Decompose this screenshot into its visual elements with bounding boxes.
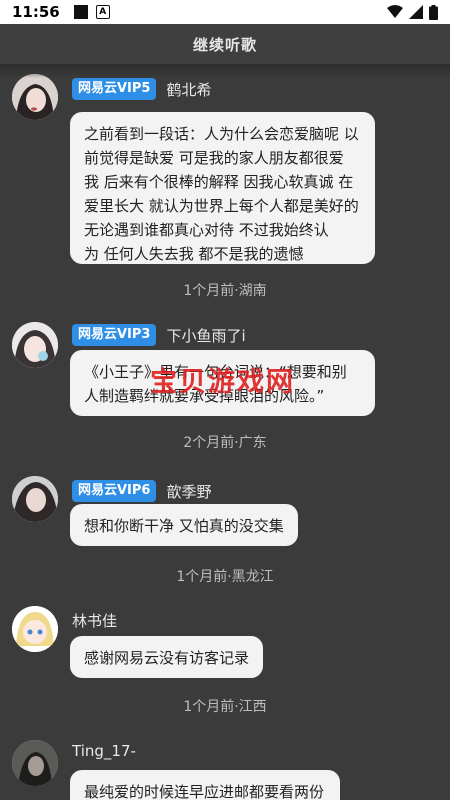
notification-square-icon (73, 5, 88, 19)
comment-line: 感谢网易云没有访客记录 (84, 649, 250, 667)
status-bar: 11:56 A (0, 0, 450, 24)
battery-icon (429, 4, 438, 20)
continue-listening-button[interactable]: 继续听歌 (193, 34, 257, 55)
comment-line: 之前看到一段话：人为什么会恋爱脑呢 以 (84, 125, 359, 143)
username[interactable]: 下小鱼雨了i (166, 325, 245, 346)
comment-meta: 1个月前·江西 (183, 699, 267, 715)
comment-meta: 2个月前·广东 (183, 435, 267, 451)
avatar[interactable] (12, 606, 58, 652)
vip-badge: 网易云VIP5 (72, 78, 157, 100)
comment-list[interactable]: 网易云VIP5 鹤北希 之前看到一段话：人为什么会恋爱脑呢 以 前觉得是缺爱 可… (0, 64, 450, 800)
comment-bubble[interactable]: 想和你断干净 又怕真的没交集 (70, 504, 298, 546)
status-time: 11:56 (12, 3, 60, 21)
comment-meta: 1个月前·黑龙江 (176, 569, 274, 585)
notification-a-icon: A (95, 5, 110, 19)
vip-badge: 网易云VIP6 (72, 480, 157, 502)
comment-header: 林书佳 (72, 610, 117, 631)
comment-bubble[interactable]: 最纯爱的时候连早应进邮都要看两份 (70, 770, 340, 800)
comment-meta: 1个月前·湖南 (183, 283, 267, 299)
comment-line: 前觉得是缺爱 可是我的家人朋友都很爱 (84, 149, 344, 167)
watermark: 宝贝游戏网 (150, 367, 295, 398)
comment-line: 爱里长大 就认为世界上每个人都是美好的 (84, 197, 359, 215)
comment-header: 网易云VIP6 歆季野 (72, 480, 212, 502)
comment-line: 为 任何人失去我 都不是我的遗憾 (84, 245, 304, 263)
wifi-icon (387, 5, 403, 18)
username[interactable]: Ting_17- (72, 742, 136, 760)
comment-line: 想和你断干净 又怕真的没交集 (84, 517, 284, 535)
comment-header: Ting_17- (72, 742, 136, 760)
comment-bubble[interactable]: 感谢网易云没有访客记录 (70, 636, 264, 678)
avatar[interactable] (12, 740, 58, 786)
comment-line: 无论遇到谁都真心对待 不过我始终认 (84, 221, 329, 239)
comment-header: 网易云VIP3 下小鱼雨了i (72, 324, 246, 346)
avatar[interactable] (12, 74, 58, 120)
avatar[interactable] (12, 476, 58, 522)
comment-line: 最纯爱的时候连早应进邮都要看两份 (84, 783, 325, 800)
username[interactable]: 歆季野 (166, 481, 211, 502)
comment-header: 网易云VIP5 鹤北希 (72, 78, 212, 100)
comment-line: 我 后来有个很棒的解释 因我心软真诚 在 (84, 173, 354, 191)
header: 继续听歌 (0, 24, 450, 64)
comment-bubble[interactable]: 《小王子》里有一句台词说：“想要和别 人制造羁绊就要承受掉眼泪的风险。” 宝贝游… (70, 350, 375, 416)
comment-bubble[interactable]: 之前看到一段话：人为什么会恋爱脑呢 以 前觉得是缺爱 可是我的家人朋友都很爱 我… (70, 112, 375, 264)
username[interactable]: 林书佳 (72, 610, 117, 631)
signal-icon (409, 5, 423, 19)
avatar[interactable] (12, 322, 58, 368)
username[interactable]: 鹤北希 (166, 79, 211, 100)
header-shadow (0, 64, 450, 78)
vip-badge: 网易云VIP3 (72, 324, 157, 346)
